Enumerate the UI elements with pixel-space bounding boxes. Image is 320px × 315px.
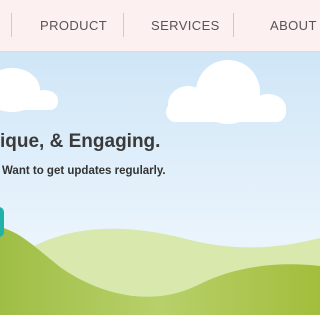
hero-section [0,52,320,315]
top-navigation: PRODUCT SERVICES ABOUT [0,0,320,52]
nav-divider [11,13,12,37]
cta-button[interactable] [0,207,4,237]
hero-background [0,52,320,315]
nav-item-about[interactable]: ABOUT [270,18,317,33]
nav-divider [123,13,124,37]
nav-item-product[interactable]: PRODUCT [40,18,107,33]
nav-divider [233,13,234,37]
nav-item-services[interactable]: SERVICES [151,18,220,33]
hero-headline: ique, & Engaging. [0,131,161,152]
hero-subline: Want to get updates regularly. [2,165,166,177]
